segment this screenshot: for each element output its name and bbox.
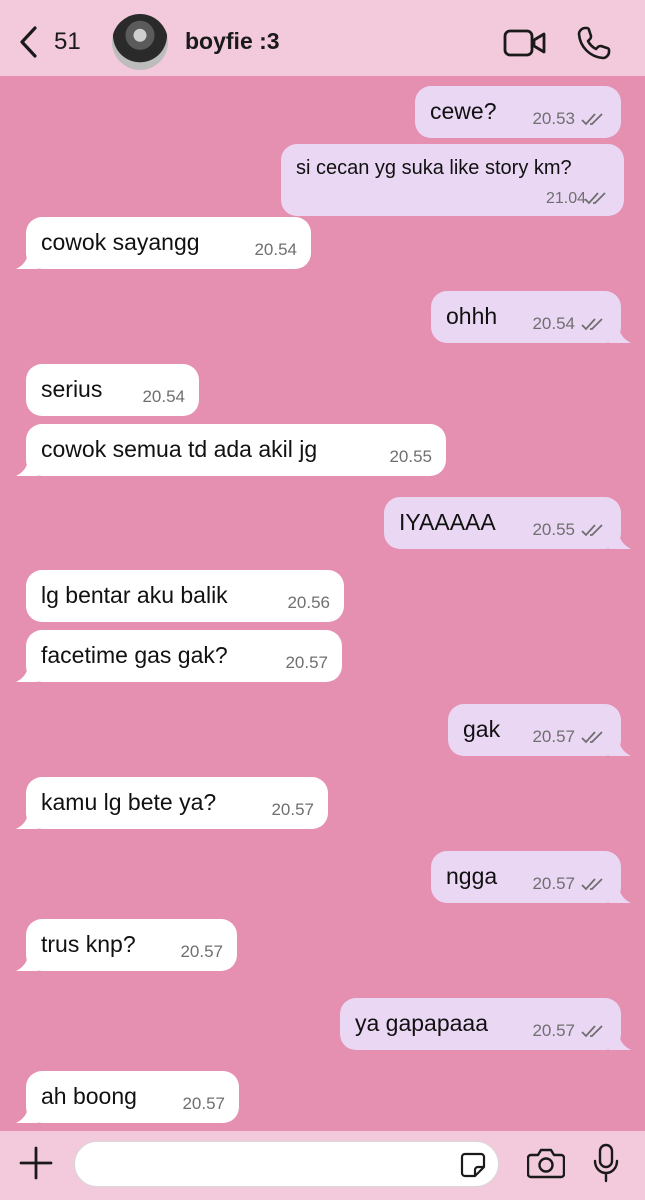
message-bubble-outgoing[interactable]: gak 20.57 [448, 704, 631, 756]
message-bubble-incoming[interactable]: serius 20.54 [26, 364, 199, 416]
message-time: 20.55 [389, 447, 432, 466]
double-check-icon [581, 524, 603, 537]
double-check-icon [581, 731, 603, 744]
message-text: gak [463, 716, 501, 742]
plus-icon[interactable] [18, 1145, 54, 1181]
double-check-icon [581, 113, 603, 126]
double-check-icon [581, 878, 603, 891]
message-time: 20.57 [532, 727, 575, 746]
message-text: facetime gas gak? [41, 642, 228, 668]
message-text: cowok semua td ada akil jg [41, 436, 318, 462]
microphone-icon[interactable] [592, 1143, 620, 1183]
bubble-tail [16, 811, 38, 829]
composer-bar [0, 1131, 645, 1200]
bubble-tail [609, 531, 631, 549]
unread-count[interactable]: 51 [54, 28, 81, 56]
message-time: 20.57 [532, 874, 575, 893]
bubble-tail [609, 885, 631, 903]
message-time: 20.56 [287, 593, 330, 612]
message-bubble-outgoing[interactable]: IYAAAAA 20.55 [384, 497, 631, 549]
camera-icon[interactable] [527, 1147, 565, 1179]
message-text: cowok sayangg [41, 229, 200, 255]
bubble-tail [16, 664, 38, 682]
double-check-icon [584, 192, 606, 205]
bubble-tail [16, 458, 38, 476]
message-text: IYAAAAA [399, 509, 496, 535]
message-bubble-outgoing[interactable]: ngga 20.57 [431, 851, 631, 903]
message-time: 20.57 [180, 942, 223, 961]
message-bubble-incoming[interactable]: kamu lg bete ya? 20.57 [16, 777, 328, 829]
message-text: serius [41, 376, 103, 402]
message-time: 20.54 [254, 240, 297, 259]
message-bubble-incoming[interactable]: facetime gas gak? 20.57 [16, 630, 342, 682]
message-bubble-outgoing[interactable]: ya gapapaaa 20.57 [340, 998, 631, 1050]
bubble-tail [609, 325, 631, 343]
double-check-icon [581, 318, 603, 331]
message-time: 20.55 [532, 520, 575, 539]
message-text: kamu lg bete ya? [41, 789, 217, 815]
message-text: trus knp? [41, 931, 136, 957]
contact-name[interactable]: boyfie :3 [185, 28, 280, 55]
message-text: ya gapapaaa [355, 1010, 489, 1036]
message-bubble-incoming[interactable]: lg bentar aku balik 20.56 [26, 570, 344, 622]
back-button[interactable] [18, 24, 58, 60]
message-text: si cecan yg suka like story km? [296, 157, 572, 179]
video-call-icon[interactable] [503, 26, 547, 60]
message-time: 20.57 [285, 653, 328, 672]
bubble-tail [609, 738, 631, 756]
message-input[interactable] [91, 1151, 445, 1179]
message-bubble-incoming[interactable]: cowok sayangg 20.54 [16, 217, 311, 269]
message-text: lg bentar aku balik [41, 582, 228, 608]
message-time: 20.57 [271, 800, 314, 819]
message-time: 20.57 [182, 1094, 225, 1113]
message-time: 20.57 [532, 1021, 575, 1040]
message-text: ngga [446, 863, 498, 889]
bubble-tail [16, 251, 38, 269]
bubble-tail [16, 953, 38, 971]
message-list[interactable]: cewe? 20.53 si cecan yg suka like story … [0, 76, 645, 1131]
back-chevron-icon [20, 26, 37, 58]
message-bubble-outgoing[interactable]: si cecan yg suka like story km? 21.04 [281, 144, 624, 216]
message-bubble-outgoing[interactable]: cewe? 20.53 [415, 86, 621, 138]
message-text: ah boong [41, 1083, 137, 1109]
message-time: 20.53 [532, 109, 575, 128]
message-input-wrapper [74, 1141, 499, 1187]
message-bubble-outgoing[interactable]: ohhh 20.54 [431, 291, 631, 343]
bubble-tail [609, 1032, 631, 1050]
double-check-icon [581, 1025, 603, 1038]
avatar[interactable] [112, 14, 168, 70]
message-bubble-incoming[interactable]: ah boong 20.57 [16, 1071, 239, 1123]
message-text: ohhh [446, 303, 498, 329]
phone-icon[interactable] [576, 25, 612, 61]
message-bubble-incoming[interactable]: trus knp? 20.57 [16, 919, 237, 971]
sticker-icon[interactable] [460, 1152, 486, 1178]
message-bubble-incoming[interactable]: cowok semua td ada akil jg 20.55 [16, 424, 446, 476]
chat-header: 51 boyfie :3 [0, 0, 645, 76]
message-time: 21.04 [545, 190, 586, 207]
message-time: 20.54 [142, 387, 185, 406]
message-time: 20.54 [532, 314, 575, 333]
message-text: cewe? [430, 98, 497, 124]
bubble-tail [16, 1105, 38, 1123]
